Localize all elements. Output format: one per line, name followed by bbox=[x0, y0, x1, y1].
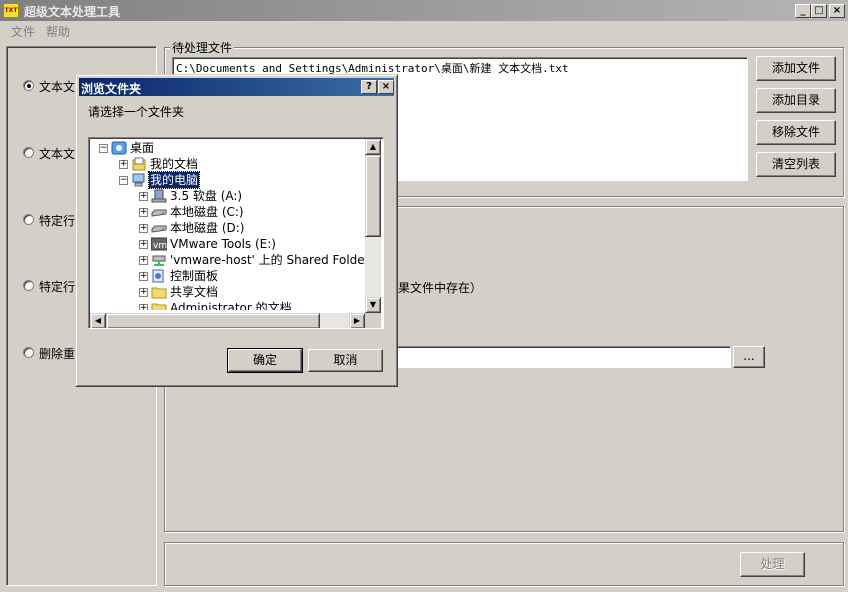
window-title-bar[interactable]: TXT 超级文本处理工具 _ □ × bbox=[0, 0, 848, 21]
dialog-prompt: 请选择一个文件夹 bbox=[88, 105, 185, 119]
minimize-button[interactable]: _ bbox=[795, 4, 811, 18]
option-radio-2[interactable] bbox=[23, 147, 34, 158]
option-description-text: 果文件中存在） bbox=[398, 281, 483, 295]
tree-item-label[interactable]: 3.5 软盘 (A:) bbox=[169, 188, 243, 204]
dialog-title-bar[interactable]: 浏览文件夹 ? × bbox=[79, 78, 394, 96]
tree-item[interactable]: + 我的文档 bbox=[93, 156, 367, 172]
tree-item-label[interactable]: 我的电脑 bbox=[147, 171, 201, 189]
menu-bar: 文件 帮助 bbox=[0, 21, 848, 40]
menu-help[interactable]: 帮助 bbox=[46, 23, 70, 40]
expand-icon[interactable]: + bbox=[139, 240, 148, 249]
scroll-left-arrow-icon[interactable]: ◀ bbox=[90, 313, 106, 328]
vertical-scrollbar[interactable]: ▲ ▼ bbox=[365, 139, 381, 313]
option-label-4[interactable]: 特定行 bbox=[39, 278, 75, 295]
option-label-3[interactable]: 特定行 bbox=[39, 212, 75, 229]
folder-tree-items: − 桌面 + 我的文档 − 我的电脑 +3.5 软盘 (A:) + 本地磁盘 (C:) + 本地磁盘… bbox=[93, 140, 367, 310]
browse-folder-dialog: 浏览文件夹 ? × 请选择一个文件夹 − 桌面 + 我的文档 − 我的电脑 +3.5 软盘 … bbox=[75, 74, 398, 387]
expand-icon[interactable]: + bbox=[139, 224, 148, 233]
tree-item-label[interactable]: 控制面板 bbox=[169, 268, 219, 284]
expand-icon[interactable]: + bbox=[139, 272, 148, 281]
horizontal-scroll-thumb[interactable] bbox=[106, 313, 320, 328]
tree-item-label[interactable]: 桌面 bbox=[129, 140, 155, 156]
dialog-cancel-button[interactable]: 取消 bbox=[308, 349, 383, 372]
network-drive-icon bbox=[151, 253, 167, 267]
floppy-icon bbox=[151, 189, 167, 203]
expand-icon[interactable]: + bbox=[139, 304, 148, 310]
add-file-button[interactable]: 添加文件 bbox=[756, 56, 836, 81]
computer-icon bbox=[131, 173, 147, 187]
tree-item[interactable]: − 我的电脑 bbox=[93, 171, 367, 189]
expand-icon[interactable]: + bbox=[139, 192, 148, 201]
tree-item[interactable]: − 桌面 bbox=[93, 140, 367, 156]
drive-icon bbox=[151, 205, 167, 219]
close-button[interactable]: × bbox=[829, 4, 845, 18]
option-label-1[interactable]: 文本文 bbox=[39, 78, 75, 95]
folder-tree[interactable]: − 桌面 + 我的文档 − 我的电脑 +3.5 软盘 (A:) + 本地磁盘 (C:) + 本地磁盘… bbox=[88, 137, 384, 329]
tree-item-label[interactable]: VMware Tools (E:) bbox=[169, 236, 277, 252]
dialog-help-button[interactable]: ? bbox=[361, 80, 377, 94]
expand-icon[interactable]: + bbox=[139, 256, 148, 265]
tree-item-label[interactable]: Administrator 的文档 bbox=[169, 300, 293, 310]
expand-icon[interactable]: + bbox=[139, 288, 148, 297]
folder-icon bbox=[151, 301, 167, 310]
path-input[interactable] bbox=[390, 346, 731, 368]
scrollbar-corner bbox=[365, 313, 381, 328]
add-directory-button[interactable]: 添加目录 bbox=[756, 88, 836, 113]
expand-icon[interactable]: + bbox=[139, 208, 148, 217]
option-radio-1[interactable] bbox=[23, 80, 34, 91]
option-label-2[interactable]: 文本文 bbox=[39, 145, 75, 162]
documents-icon bbox=[131, 157, 147, 171]
dialog-ok-button[interactable]: 确定 bbox=[227, 348, 303, 373]
horizontal-scrollbar[interactable]: ◀ ▶ bbox=[90, 313, 365, 328]
expand-icon[interactable]: + bbox=[119, 160, 128, 169]
collapse-icon[interactable]: − bbox=[119, 176, 128, 185]
control-panel-icon bbox=[151, 269, 167, 283]
option-label-5[interactable]: 删除重 bbox=[39, 345, 75, 362]
tree-item[interactable]: + 控制面板 bbox=[93, 268, 367, 284]
clear-list-button[interactable]: 清空列表 bbox=[756, 152, 836, 177]
tree-item-label[interactable]: 共享文档 bbox=[169, 284, 219, 300]
process-button[interactable]: 处理 bbox=[740, 552, 805, 577]
option-radio-4[interactable] bbox=[23, 280, 34, 291]
folder-icon bbox=[151, 285, 167, 299]
tree-item-label[interactable]: 本地磁盘 (D:) bbox=[169, 220, 245, 236]
scroll-up-arrow-icon[interactable]: ▲ bbox=[365, 139, 381, 155]
tree-item[interactable]: +3.5 软盘 (A:) bbox=[93, 188, 367, 204]
maximize-button[interactable]: □ bbox=[811, 4, 827, 18]
menu-file[interactable]: 文件 bbox=[11, 23, 35, 40]
dialog-close-button[interactable]: × bbox=[378, 80, 394, 94]
window-title: 超级文本处理工具 bbox=[24, 5, 121, 19]
svg-text:vm: vm bbox=[153, 241, 167, 251]
tree-item[interactable]: + Administrator 的文档 bbox=[93, 300, 367, 310]
vmware-icon: vm bbox=[150, 237, 168, 251]
scroll-right-arrow-icon[interactable]: ▶ bbox=[349, 313, 365, 328]
scroll-down-arrow-icon[interactable]: ▼ bbox=[365, 297, 381, 313]
browse-button[interactable]: ... bbox=[733, 346, 765, 368]
tree-item[interactable]: + 本地磁盘 (D:) bbox=[93, 220, 367, 236]
tree-item[interactable]: + 本地磁盘 (C:) bbox=[93, 204, 367, 220]
tree-item-label[interactable]: 我的文档 bbox=[149, 156, 199, 172]
option-radio-5[interactable] bbox=[23, 347, 34, 358]
drive-icon bbox=[151, 221, 167, 235]
files-group-legend: 待处理文件 bbox=[170, 39, 235, 56]
tree-item[interactable]: + 共享文档 bbox=[93, 284, 367, 300]
tree-item-label[interactable]: 本地磁盘 (C:) bbox=[169, 204, 245, 220]
option-radio-3[interactable] bbox=[23, 214, 34, 225]
tree-item[interactable]: + vm VMware Tools (E:) bbox=[93, 236, 367, 252]
remove-file-button[interactable]: 移除文件 bbox=[756, 120, 836, 145]
tree-item[interactable]: + 'vmware-host' 上的 Shared Folders bbox=[93, 252, 367, 268]
dialog-title: 浏览文件夹 bbox=[81, 82, 142, 96]
desktop-icon bbox=[111, 141, 127, 155]
app-icon: TXT bbox=[3, 3, 19, 18]
scroll-thumb[interactable] bbox=[365, 155, 381, 237]
tree-item-label[interactable]: 'vmware-host' 上的 Shared Folders bbox=[169, 252, 367, 268]
collapse-icon[interactable]: − bbox=[99, 144, 108, 153]
